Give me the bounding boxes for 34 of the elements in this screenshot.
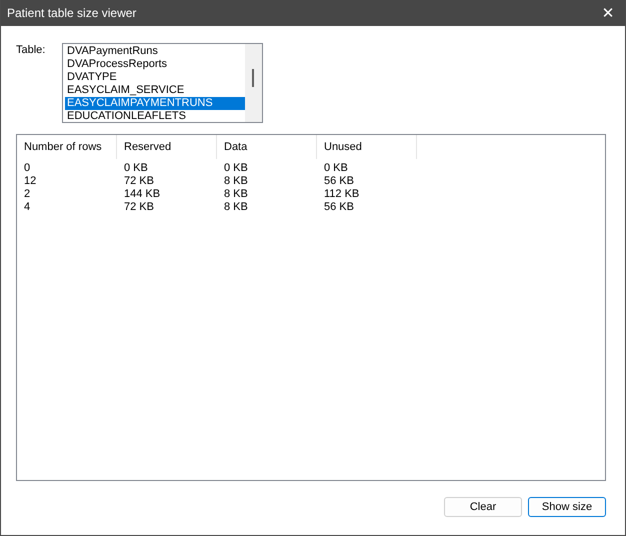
scrollbar-thumb[interactable] [252, 69, 254, 87]
list-item[interactable]: EASYCLAIMPAYMENTRUNS [65, 97, 245, 110]
table-cell-text: 0 KB [123, 162, 149, 175]
table-cell-text: 56 KB [323, 175, 355, 188]
window-title: Patient table size viewer [7, 6, 136, 20]
clear-button[interactable]: Clear [444, 497, 522, 517]
column-header[interactable]: Number of rows [17, 135, 117, 159]
column-header[interactable]: Data [217, 135, 317, 159]
close-button[interactable]: ✕ [591, 0, 625, 26]
column-header[interactable]: Unused [317, 135, 417, 159]
table-listbox[interactable]: DVAPaymentRuns DVAProcessReports DVATYPE EASYCLAIM_SERVICE EASYCLAIMPAYMENTRUNS EDUCATIONLEAFLETS [62, 43, 263, 123]
table-cell-text: 0 KB [323, 162, 349, 175]
table-cell-text: 72 KB [123, 201, 155, 214]
column-header[interactable]: Reserved [117, 135, 217, 159]
list-item[interactable]: EDUCATIONLEAFLETS [65, 110, 245, 122]
table-cell-text: 72 KB [123, 175, 155, 188]
table-cell-text: 0 [23, 162, 32, 175]
table-cell-text: 8 KB [223, 201, 249, 214]
table-cell-text: 112 KB [323, 188, 360, 201]
table-cell-text: 0 KB [223, 162, 249, 175]
table-cell-text: 56 KB [323, 201, 355, 214]
table-cell-text: 8 KB [223, 188, 249, 201]
list-item[interactable]: DVAProcessReports [65, 58, 245, 71]
table-label: Table: [16, 43, 46, 58]
table-cell-text: 2 [23, 188, 32, 201]
show-size-button[interactable]: Show size [528, 497, 606, 517]
list-item[interactable]: DVATYPE [65, 71, 245, 84]
scrollbar[interactable] [245, 44, 262, 122]
list-item[interactable]: DVAPaymentRuns [65, 45, 245, 58]
table-cell-text: 12 [23, 175, 38, 188]
table-cell-text: 144 KB [123, 188, 162, 201]
table-cell-text: 4 [23, 201, 32, 214]
list-item[interactable]: EASYCLAIM_SERVICE [65, 84, 245, 97]
table-cell-text: 8 KB [223, 175, 249, 188]
